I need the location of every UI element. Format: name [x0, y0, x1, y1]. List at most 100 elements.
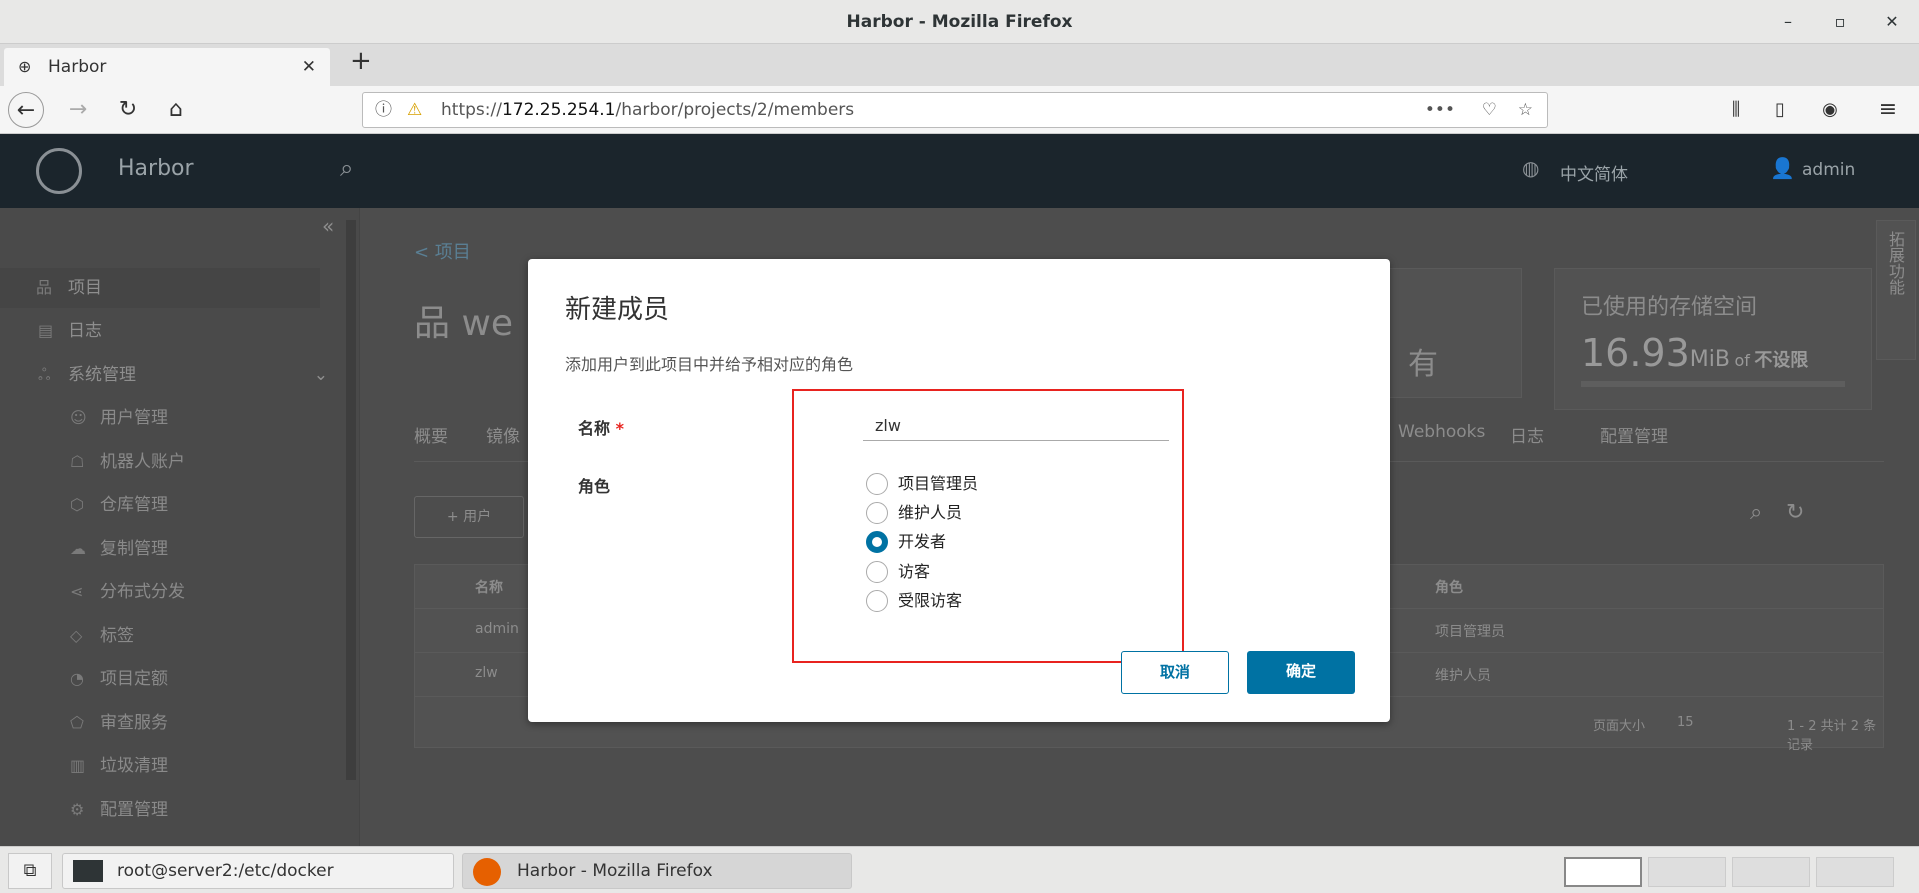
tab-bar: ⊕ Harbor ✕ + [0, 44, 1919, 86]
member-name: admin [475, 621, 519, 637]
terminal-icon [73, 860, 103, 882]
taskbar-item-terminal[interactable]: root@server2:/etc/docker [62, 853, 454, 889]
storage-unit: MiB [1689, 347, 1730, 372]
browser-tab[interactable]: ⊕ Harbor ✕ [4, 48, 330, 86]
sidebar-item-admin[interactable]: ஃ 系统管理 ⌄ [38, 355, 328, 395]
taskbar-label: root@server2:/etc/docker [117, 861, 334, 881]
harbor-logo-icon [36, 148, 82, 194]
tab-summary[interactable]: 概要 [414, 422, 448, 447]
url-bar[interactable]: ⓘ ⚠ https://172.25.254.1/harbor/projects… [362, 92, 1548, 128]
access-level: 有 [1408, 347, 1438, 382]
sidebar-item-gc[interactable]: ▥ 垃圾清理 [70, 746, 168, 786]
new-tab-button[interactable]: + [350, 46, 372, 76]
tab-webhooks[interactable]: Webhooks [1398, 422, 1485, 442]
sidebar-item-logs[interactable]: ▤ 日志 [38, 311, 102, 351]
highlight-annotation-top [792, 389, 1184, 391]
role-option-label: 开发者 [898, 532, 947, 551]
workspace-4[interactable] [1816, 857, 1894, 887]
page-actions-icon[interactable]: ••• [1425, 93, 1455, 127]
role-option-label: 维护人员 [898, 503, 963, 522]
tab-close-icon[interactable]: ✕ [302, 48, 316, 86]
sidebar-item-robots[interactable]: ☖ 机器人账户 [70, 442, 185, 482]
show-desktop-button[interactable]: ⧉ [8, 853, 52, 889]
confirm-button[interactable]: 确定 [1247, 651, 1355, 694]
collapse-sidebar-button[interactable]: « [322, 214, 334, 238]
sidebar-label: 仓库管理 [100, 495, 168, 515]
pagination-info: 1 - 2 共计 2 条记录 [1787, 719, 1877, 753]
admin-icon: ஃ [38, 365, 51, 384]
url-scheme: https:// [441, 100, 502, 120]
sidebar-item-quotas[interactable]: ◔ 项目定额 [70, 659, 168, 699]
sidebar-item-users[interactable]: ☺ 用户管理 [70, 398, 168, 438]
language-selector[interactable]: 中文简体 [1560, 160, 1628, 185]
dashboard-icon: ◔ [70, 669, 84, 688]
back-button[interactable]: ← [8, 92, 44, 128]
search-icon[interactable]: ⌕ [1750, 500, 1762, 525]
search-icon[interactable]: ⌕ [340, 154, 353, 182]
minimize-button[interactable]: – [1768, 0, 1808, 44]
storage-label: 已使用的存储空间 [1581, 295, 1758, 320]
users-icon: ☺ [70, 408, 87, 427]
breadcrumb[interactable]: < 项目 [414, 238, 471, 264]
taskbar-item-firefox[interactable]: Harbor - Mozilla Firefox [462, 853, 852, 889]
dialog-subtitle: 添加用户到此项目中并给予相对应的角色 [565, 355, 854, 374]
account-icon[interactable]: ◉ [1812, 92, 1848, 128]
robot-icon: ☖ [70, 452, 85, 471]
reload-button[interactable]: ↻ [110, 92, 146, 128]
project-icon: 品 [414, 303, 462, 344]
role-radio-limited-guest[interactable] [866, 590, 888, 612]
role-radio-maintainer[interactable] [866, 502, 888, 524]
workspace-2[interactable] [1648, 857, 1726, 887]
menu-icon[interactable]: ≡ [1870, 92, 1906, 128]
extensions-side-tab[interactable]: 拓展功能 [1876, 220, 1916, 360]
info-icon: ⓘ [375, 100, 392, 120]
sidebar-item-registries[interactable]: ⬡ 仓库管理 [70, 485, 168, 525]
sidebar-item-distribution[interactable]: ⋖ 分布式分发 [70, 572, 185, 612]
add-user-button[interactable]: + 用户 [414, 496, 524, 538]
project-icon: 品 [36, 278, 53, 297]
user-menu[interactable]: admin [1802, 160, 1855, 180]
sidebar-toggle-icon[interactable]: ▯ [1762, 92, 1798, 128]
role-radio-guest[interactable] [866, 561, 888, 583]
sidebar-item-config[interactable]: ⚙ 配置管理 [70, 790, 168, 830]
name-label: 名称 * [578, 415, 624, 439]
taskbar: ⧉ root@server2:/etc/docker Harbor - Mozi… [0, 846, 1919, 893]
sidebar-scrollbar[interactable] [346, 220, 356, 780]
cancel-button[interactable]: 取消 [1121, 651, 1229, 694]
tab-configuration[interactable]: 配置管理 [1600, 422, 1668, 447]
workspace-1[interactable] [1564, 857, 1642, 887]
sidebar-label: 项目定额 [100, 669, 168, 689]
sidebar-label: 配置管理 [100, 800, 168, 820]
storage-limit: 不设限 [1754, 350, 1809, 371]
role-radio-project-admin[interactable] [866, 473, 888, 495]
tab-repositories[interactable]: 镜像 [486, 422, 520, 447]
log-icon: ▤ [38, 321, 54, 340]
page-size-select[interactable]: 15 [1677, 715, 1694, 730]
tab-logs[interactable]: 日志 [1510, 422, 1544, 447]
member-name: zlw [475, 665, 498, 681]
window-titlebar: Harbor - Mozilla Firefox [0, 0, 1919, 44]
sidebar-item-projects[interactable]: 品项目 [0, 268, 320, 308]
harbor-header: Harbor ⌕ ◍ 中文简体 👤 admin [0, 134, 1919, 208]
sidebar-label: 用户管理 [100, 408, 168, 428]
role-radio-developer[interactable] [866, 531, 888, 553]
home-icon[interactable]: ⌂ [158, 92, 194, 128]
firefox-icon [473, 858, 501, 886]
sidebar-item-scanners[interactable]: ⬠ 审查服务 [70, 703, 168, 743]
role-option-label: 访客 [898, 562, 931, 581]
highlight-annotation-right [1182, 389, 1184, 663]
pocket-icon[interactable]: ♡ [1482, 93, 1497, 127]
bookmark-star-icon[interactable]: ☆ [1518, 93, 1533, 127]
name-input[interactable]: zlw [863, 411, 1169, 441]
workspace-3[interactable] [1732, 857, 1810, 887]
sidebar-item-replication[interactable]: ☁ 复制管理 [70, 529, 168, 569]
maximize-button[interactable]: ▫ [1820, 0, 1860, 44]
chevron-down-icon: ⌄ [313, 365, 328, 385]
sidebar-label: 分布式分发 [100, 582, 185, 602]
sidebar-item-labels[interactable]: ◇ 标签 [70, 616, 134, 656]
column-name: 名称 [475, 580, 503, 596]
close-window-button[interactable]: ✕ [1872, 0, 1912, 44]
library-icon[interactable]: ⫼ [1718, 92, 1754, 128]
refresh-icon[interactable]: ↻ [1786, 500, 1804, 525]
forward-button[interactable]: → [60, 92, 96, 128]
